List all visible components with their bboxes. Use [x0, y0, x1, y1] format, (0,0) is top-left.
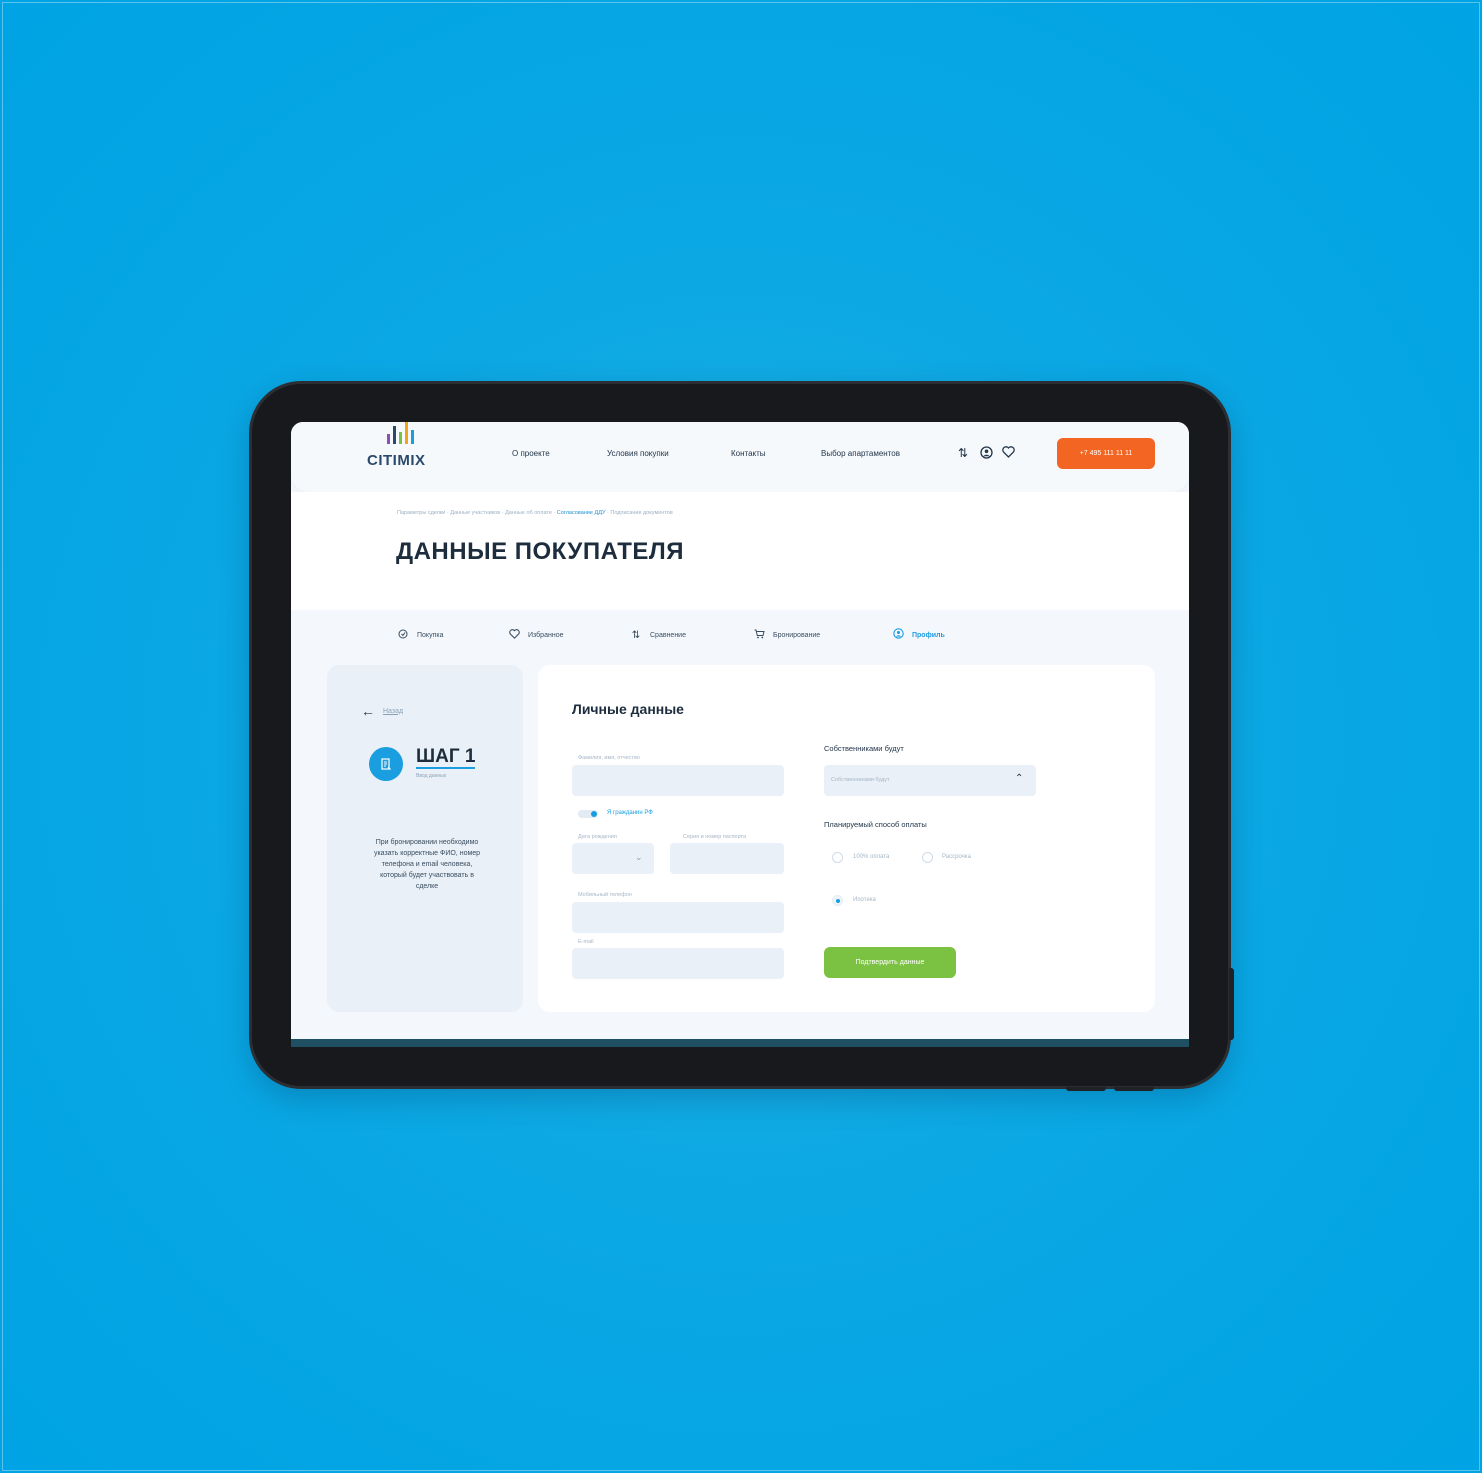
document-icon — [369, 747, 403, 781]
tab-purchase[interactable]: Покупка — [397, 628, 443, 642]
tab-profile[interactable]: Профиль — [892, 628, 945, 642]
citimix-logo[interactable]: CITIMIX — [367, 422, 437, 472]
radio-mortgage-label: Ипотека — [853, 897, 876, 903]
profile-icon — [892, 628, 904, 642]
confirm-data-button[interactable]: Подтвердить данные — [824, 947, 956, 978]
chevron-down-icon: ⌄ — [635, 852, 643, 862]
email-input[interactable] — [572, 948, 784, 979]
breadcrumb-item[interactable]: Данные участников — [450, 510, 500, 516]
owners-placeholder: Собственниками будут — [831, 777, 890, 783]
email-label: E-mail — [578, 939, 594, 945]
radio-installment[interactable] — [922, 852, 933, 863]
logo-text: CITIMIX — [367, 452, 426, 469]
chevron-up-icon[interactable]: ⌃ — [1015, 773, 1023, 784]
radio-installment-label: Рассрочка — [942, 854, 971, 860]
step-title: ШАГ 1 — [416, 746, 476, 769]
radio-full-payment[interactable] — [832, 852, 843, 863]
page-title: ДАННЫЕ ПОКУПАТЕЛЯ — [396, 538, 685, 565]
title-section: Параметры сделки · Данные участников · Д… — [291, 492, 1189, 610]
booking-hint: При бронировании необходимо указать корр… — [373, 839, 481, 890]
phone-button[interactable]: +7 495 111 11 11 — [1057, 438, 1155, 469]
profile-icon[interactable] — [979, 446, 993, 460]
tablet-volume-button — [1066, 1087, 1106, 1091]
back-link[interactable]: ← Назад — [361, 703, 403, 719]
tablet-volume-button — [1114, 1087, 1154, 1091]
arrow-left-icon: ← — [361, 703, 375, 719]
nav-purchase-terms[interactable]: Условия покупки — [607, 449, 669, 458]
site-header: CITIMIX О проекте Условия покупки Контак… — [291, 422, 1189, 492]
logo-bars-icon — [385, 422, 415, 444]
breadcrumb-item[interactable]: Данные об оплате — [505, 510, 552, 516]
heart-icon[interactable] — [1001, 446, 1015, 460]
purchase-icon — [397, 629, 409, 642]
compare-icon: ⇅ — [631, 629, 641, 641]
tablet-side-button — [1229, 968, 1234, 1040]
tab-compare[interactable]: ⇅ Сравнение — [630, 628, 686, 642]
breadcrumb-item-active[interactable]: Согласование ДДУ — [557, 510, 606, 516]
owners-label: Собственниками будут — [824, 744, 904, 753]
tab-label: Сравнение — [650, 631, 686, 639]
passport-input[interactable] — [670, 843, 784, 874]
heart-icon — [508, 628, 520, 642]
citizen-toggle[interactable] — [578, 810, 598, 818]
tab-label: Избранное — [528, 631, 564, 639]
owners-select[interactable]: Собственниками будут — [824, 765, 1036, 796]
nav-about[interactable]: О проекте — [512, 449, 550, 458]
passport-label: Серия и номер паспорта — [683, 834, 747, 840]
payment-label: Планируемый способ оплаты — [824, 820, 927, 829]
phone-input[interactable] — [572, 902, 784, 933]
tablet-screen: CITIMIX О проекте Условия покупки Контак… — [291, 422, 1189, 1047]
compare-icon[interactable]: ⇅ — [956, 446, 970, 460]
tab-label: Покупка — [417, 631, 444, 639]
cart-icon — [753, 629, 765, 642]
fio-label: Фамилия, имя, отчество — [578, 755, 640, 761]
radio-mortgage[interactable] — [832, 895, 843, 906]
phone-label: Мобильный телефон — [578, 892, 632, 898]
tab-favorites[interactable]: Избранное — [508, 628, 563, 642]
radio-full-payment-label: 100% оплата — [853, 854, 890, 860]
back-label: Назад — [383, 707, 404, 715]
step-subtitle: Ввод данных — [416, 773, 447, 779]
breadcrumb-item[interactable]: Подписание документов — [610, 510, 672, 516]
screen-bottom-bar — [291, 1039, 1189, 1047]
birthdate-label: Дата рождения — [578, 834, 617, 840]
tab-label: Профиль — [912, 631, 945, 639]
breadcrumb: Параметры сделки · Данные участников · Д… — [397, 510, 673, 516]
breadcrumb-item[interactable]: Параметры сделки — [397, 510, 445, 516]
nav-apartment-selection[interactable]: Выбор апартаментов — [821, 449, 900, 458]
fio-input[interactable] — [572, 765, 784, 796]
personal-data-form: Личные данные Фамилия, имя, отчество Я г… — [538, 665, 1155, 1012]
step-panel: ← Назад ШАГ 1 Ввод данных При бронирован… — [327, 665, 523, 1012]
tab-label: Бронирование — [773, 631, 821, 639]
citizen-toggle-label: Я гражданин РФ — [607, 810, 653, 816]
tab-booking[interactable]: Бронирование — [753, 628, 820, 642]
nav-contacts[interactable]: Контакты — [731, 449, 766, 458]
form-title: Личные данные — [572, 701, 684, 717]
